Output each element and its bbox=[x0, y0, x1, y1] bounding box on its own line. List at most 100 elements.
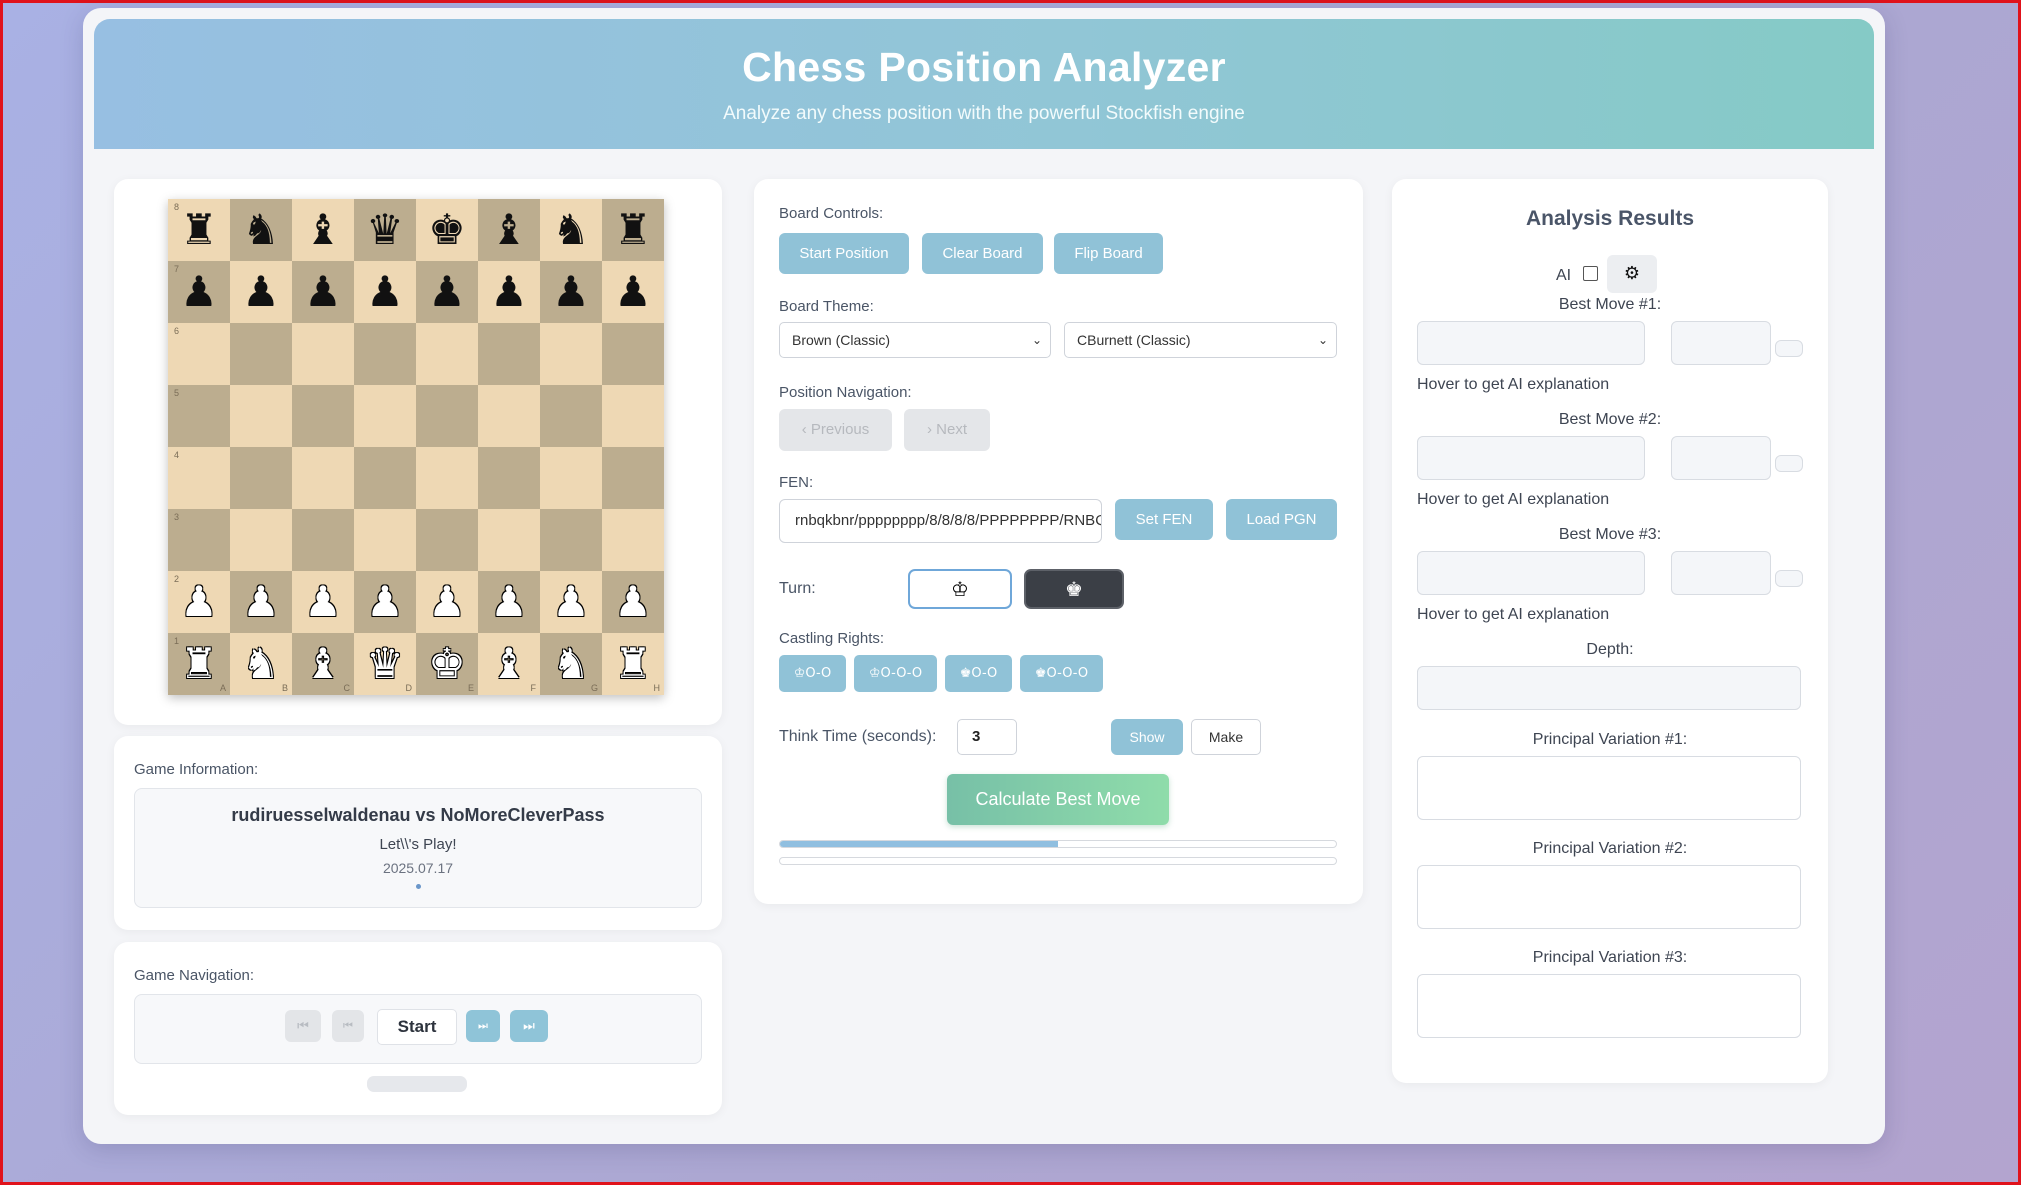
square-h3[interactable] bbox=[602, 509, 664, 571]
pv-1-textarea[interactable] bbox=[1417, 756, 1801, 820]
square-a6[interactable]: 6 bbox=[168, 323, 230, 385]
square-d3[interactable] bbox=[354, 509, 416, 571]
square-h6[interactable] bbox=[602, 323, 664, 385]
move-list-scrollbar[interactable] bbox=[367, 1076, 467, 1092]
square-c2[interactable]: ♟ bbox=[292, 571, 354, 633]
square-c3[interactable] bbox=[292, 509, 354, 571]
square-g7[interactable]: ♟ bbox=[540, 261, 602, 323]
chess-piece[interactable]: ♝ bbox=[490, 643, 528, 685]
chess-piece[interactable]: ♝ bbox=[304, 643, 342, 685]
best-move-2-field[interactable] bbox=[1417, 436, 1645, 480]
best-move-3-score[interactable] bbox=[1671, 551, 1771, 595]
chess-piece[interactable]: ♟ bbox=[428, 271, 466, 313]
chess-piece[interactable]: ♝ bbox=[304, 209, 342, 251]
square-d1[interactable]: ♛ D bbox=[354, 633, 416, 695]
next-position-button[interactable]: › Next bbox=[904, 409, 990, 451]
square-a4[interactable]: 4 bbox=[168, 447, 230, 509]
square-d5[interactable] bbox=[354, 385, 416, 447]
chess-piece[interactable]: ♟ bbox=[552, 271, 590, 313]
load-pgn-button[interactable]: Load PGN bbox=[1226, 499, 1337, 540]
start-position-button[interactable]: Start Position bbox=[779, 233, 909, 274]
best-move-2-play-button[interactable] bbox=[1775, 455, 1803, 472]
piece-theme-select[interactable]: CBurnett (Classic) ⌄ bbox=[1064, 322, 1337, 358]
best-move-3-play-button[interactable] bbox=[1775, 570, 1803, 587]
square-c8[interactable]: ♝ bbox=[292, 199, 354, 261]
best-move-1-score[interactable] bbox=[1671, 321, 1771, 365]
best-move-1-play-button[interactable] bbox=[1775, 340, 1803, 357]
square-a3[interactable]: 3 bbox=[168, 509, 230, 571]
square-g4[interactable] bbox=[540, 447, 602, 509]
square-b1[interactable]: ♞ B bbox=[230, 633, 292, 695]
square-d6[interactable] bbox=[354, 323, 416, 385]
chess-piece[interactable]: ♚ bbox=[428, 643, 466, 685]
castling-black-kingside-button[interactable]: ♚O-O bbox=[945, 655, 1012, 692]
chess-piece[interactable]: ♟ bbox=[614, 271, 652, 313]
chess-piece[interactable]: ♞ bbox=[242, 643, 280, 685]
square-g5[interactable] bbox=[540, 385, 602, 447]
square-e3[interactable] bbox=[416, 509, 478, 571]
square-f8[interactable]: ♝ bbox=[478, 199, 540, 261]
chess-piece[interactable]: ♚ bbox=[428, 209, 466, 251]
square-g6[interactable] bbox=[540, 323, 602, 385]
chess-piece[interactable]: ♞ bbox=[552, 209, 590, 251]
chess-piece[interactable]: ♞ bbox=[552, 643, 590, 685]
square-c4[interactable] bbox=[292, 447, 354, 509]
square-e1[interactable]: ♚ E bbox=[416, 633, 478, 695]
set-fen-button[interactable]: Set FEN bbox=[1115, 499, 1213, 540]
square-f4[interactable] bbox=[478, 447, 540, 509]
square-a8[interactable]: ♜ 8 bbox=[168, 199, 230, 261]
chess-piece[interactable]: ♛ bbox=[366, 643, 404, 685]
square-e6[interactable] bbox=[416, 323, 478, 385]
think-time-input[interactable]: 3 bbox=[957, 719, 1017, 755]
chess-piece[interactable]: ♟ bbox=[242, 271, 280, 313]
castling-white-kingside-button[interactable]: ♔O-O bbox=[779, 655, 846, 692]
square-b5[interactable] bbox=[230, 385, 292, 447]
chess-piece[interactable]: ♟ bbox=[304, 581, 342, 623]
chess-piece[interactable]: ♟ bbox=[180, 581, 218, 623]
square-a2[interactable]: ♟ 2 bbox=[168, 571, 230, 633]
square-c6[interactable] bbox=[292, 323, 354, 385]
square-e8[interactable]: ♚ bbox=[416, 199, 478, 261]
square-a7[interactable]: ♟ 7 bbox=[168, 261, 230, 323]
last-move-button[interactable]: ⏭ bbox=[510, 1010, 548, 1042]
chess-piece[interactable]: ♞ bbox=[242, 209, 280, 251]
chess-piece[interactable]: ♟ bbox=[304, 271, 342, 313]
square-b6[interactable] bbox=[230, 323, 292, 385]
chess-piece[interactable]: ♟ bbox=[490, 271, 528, 313]
make-button[interactable]: Make bbox=[1191, 719, 1261, 755]
square-a1[interactable]: ♜ 1 A bbox=[168, 633, 230, 695]
chess-piece[interactable]: ♟ bbox=[490, 581, 528, 623]
depth-field[interactable] bbox=[1417, 666, 1801, 710]
square-h8[interactable]: ♜ bbox=[602, 199, 664, 261]
chess-piece[interactable]: ♜ bbox=[180, 209, 218, 251]
square-e5[interactable] bbox=[416, 385, 478, 447]
square-f6[interactable] bbox=[478, 323, 540, 385]
square-h2[interactable]: ♟ bbox=[602, 571, 664, 633]
chess-piece[interactable]: ♟ bbox=[242, 581, 280, 623]
next-move-button[interactable]: ⏭ bbox=[466, 1010, 500, 1042]
square-e7[interactable]: ♟ bbox=[416, 261, 478, 323]
chess-piece[interactable]: ♜ bbox=[180, 643, 218, 685]
square-e2[interactable]: ♟ bbox=[416, 571, 478, 633]
ai-checkbox[interactable] bbox=[1583, 266, 1598, 281]
square-f3[interactable] bbox=[478, 509, 540, 571]
best-move-2-score[interactable] bbox=[1671, 436, 1771, 480]
chess-piece[interactable]: ♟ bbox=[614, 581, 652, 623]
chess-piece[interactable]: ♟ bbox=[366, 581, 404, 623]
fen-input[interactable]: rnbqkbnr/pppppppp/8/8/8/8/PPPPPPPP/RNBQK… bbox=[779, 499, 1102, 543]
pv-2-textarea[interactable] bbox=[1417, 865, 1801, 929]
chess-piece[interactable]: ♟ bbox=[428, 581, 466, 623]
square-d7[interactable]: ♟ bbox=[354, 261, 416, 323]
clear-board-button[interactable]: Clear Board bbox=[922, 233, 1043, 274]
square-c7[interactable]: ♟ bbox=[292, 261, 354, 323]
chess-piece[interactable]: ♜ bbox=[614, 643, 652, 685]
turn-black-button[interactable]: ♚ bbox=[1024, 569, 1124, 609]
chess-piece[interactable]: ♟ bbox=[366, 271, 404, 313]
square-d2[interactable]: ♟ bbox=[354, 571, 416, 633]
square-f7[interactable]: ♟ bbox=[478, 261, 540, 323]
square-c5[interactable] bbox=[292, 385, 354, 447]
square-h7[interactable]: ♟ bbox=[602, 261, 664, 323]
square-d4[interactable] bbox=[354, 447, 416, 509]
previous-position-button[interactable]: ‹ Previous bbox=[779, 409, 892, 451]
castling-black-queenside-button[interactable]: ♚O-O-O bbox=[1020, 655, 1103, 692]
